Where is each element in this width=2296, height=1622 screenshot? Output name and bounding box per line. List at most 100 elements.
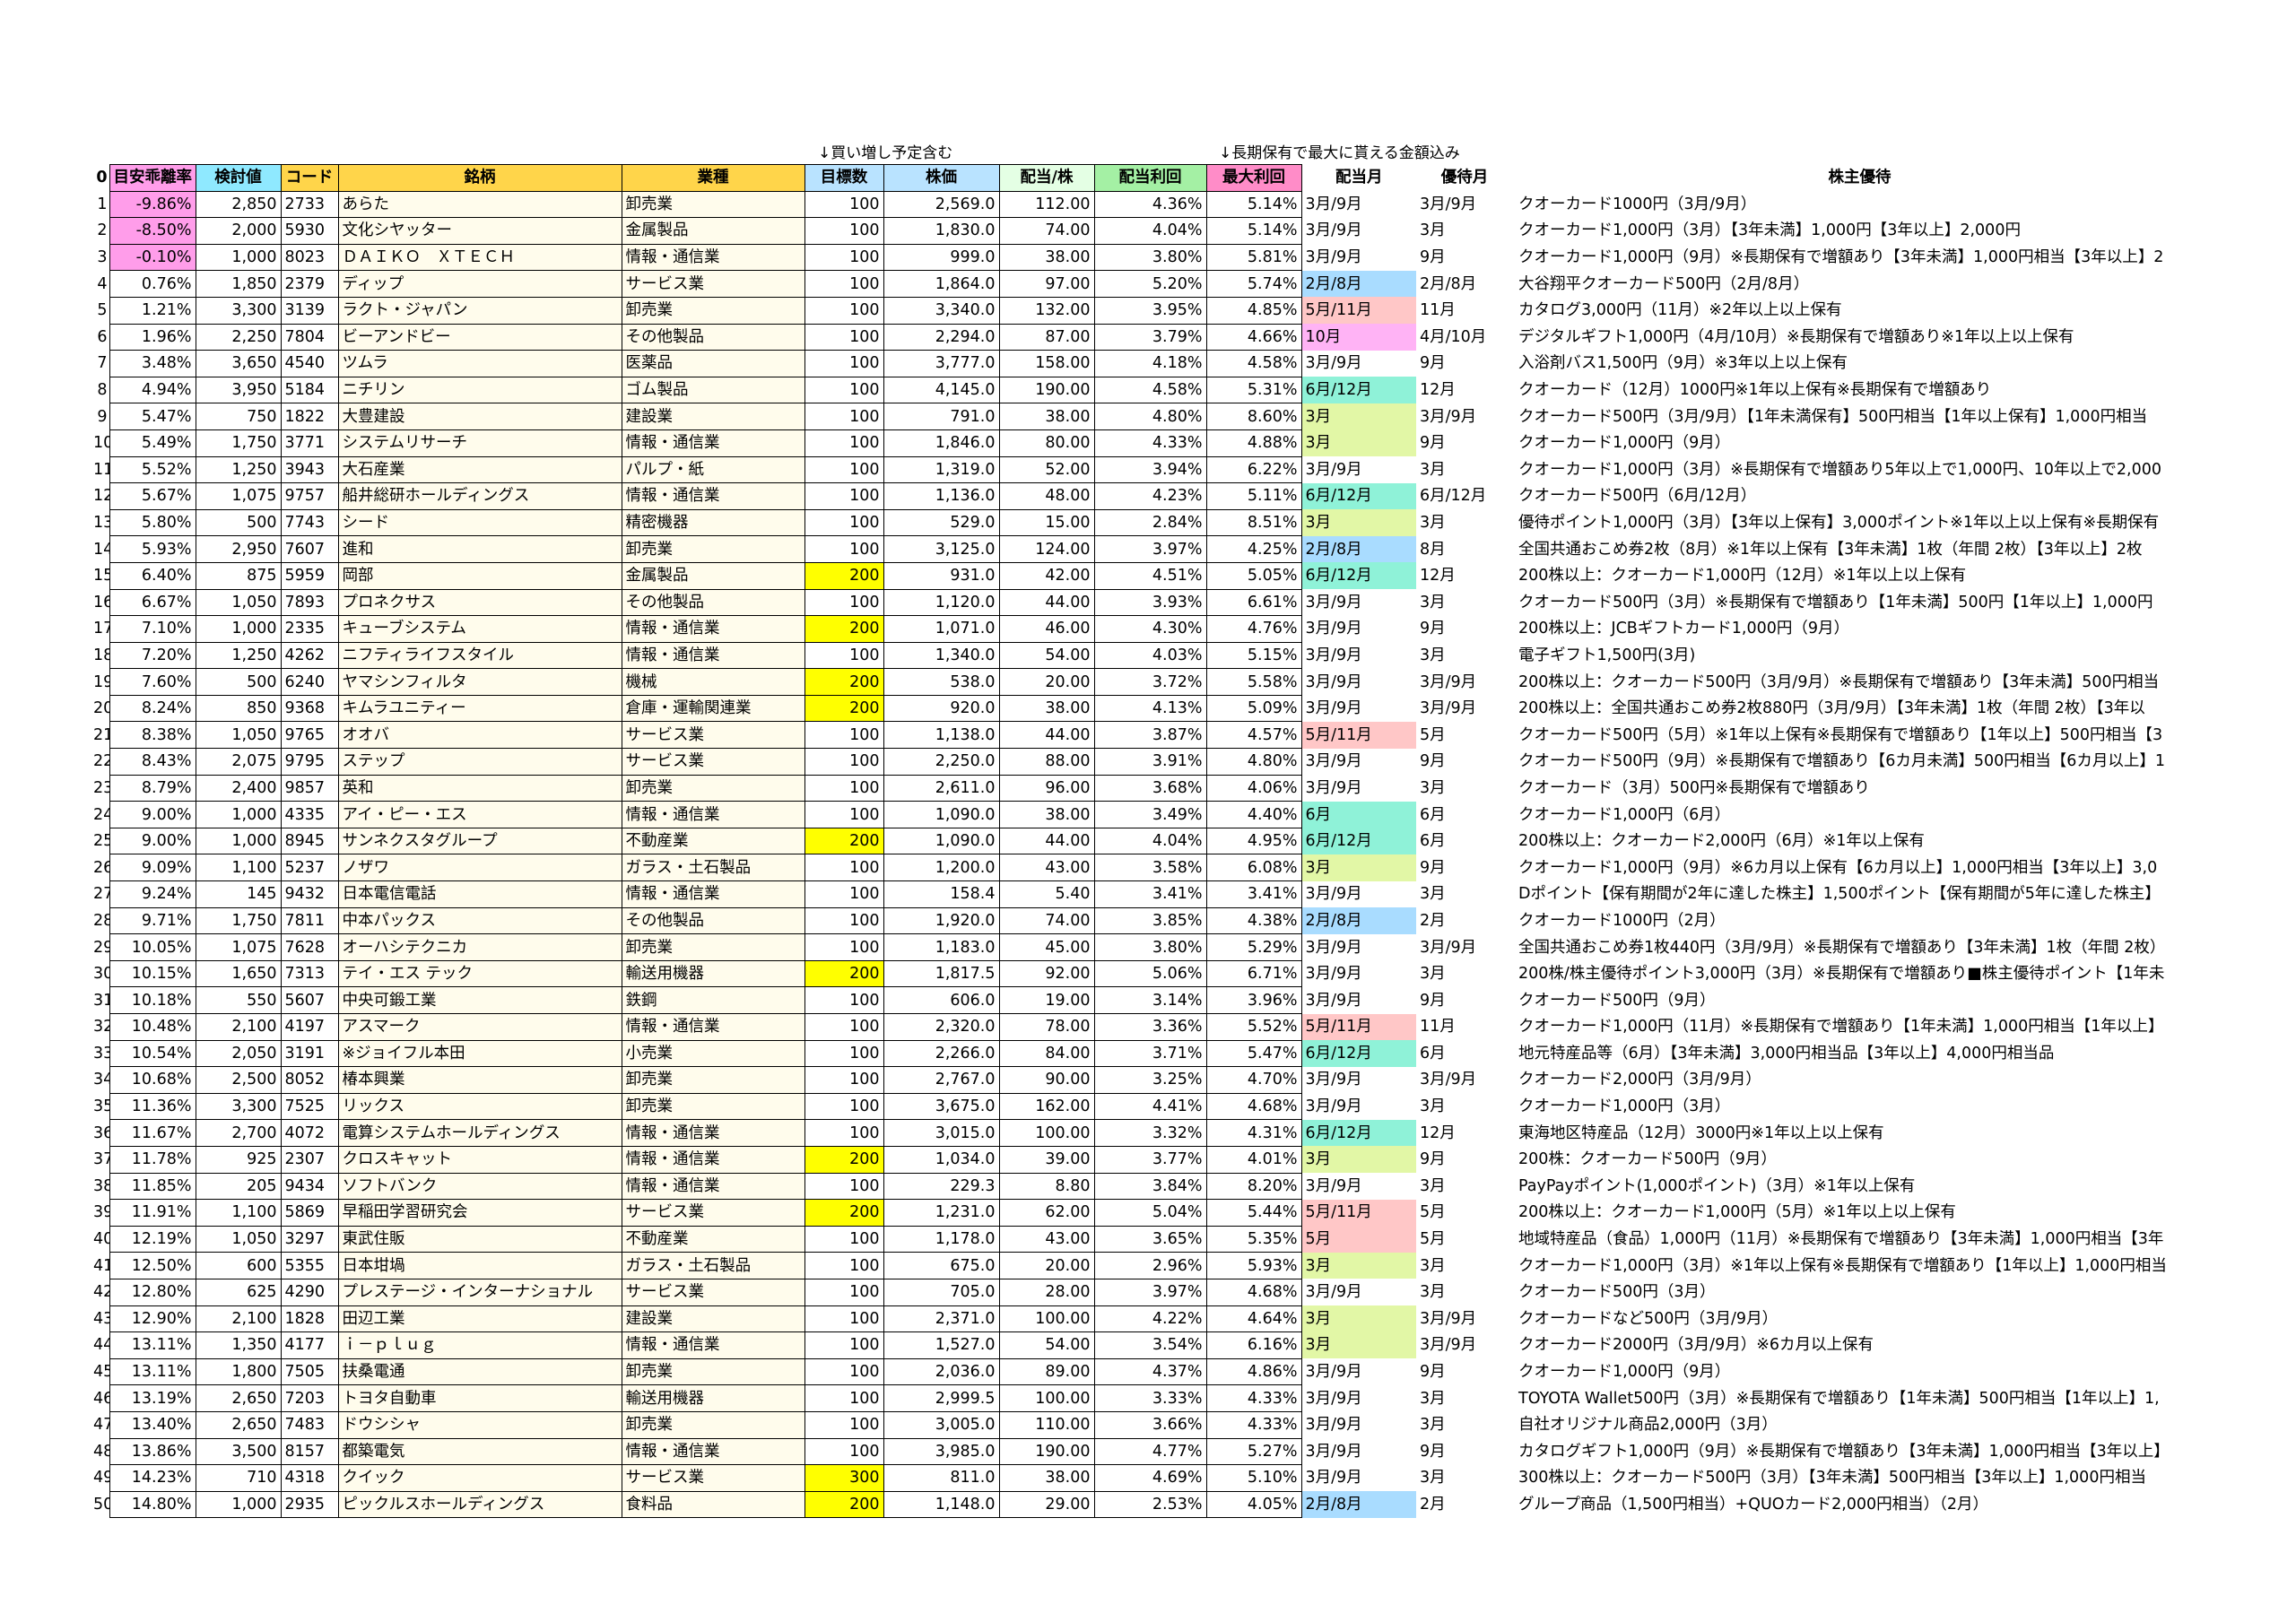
name-cell[interactable]: オオバ: [337, 721, 622, 750]
price-cell[interactable]: 2,371.0: [883, 1305, 1000, 1333]
deviation-cell[interactable]: 11.78%: [109, 1145, 196, 1174]
candidate-cell[interactable]: 2,500: [195, 1066, 282, 1094]
row-index[interactable]: 19: [93, 669, 109, 696]
dividend-cell[interactable]: 89.00: [998, 1357, 1095, 1386]
max-yield-cell[interactable]: 3.96%: [1205, 986, 1302, 1014]
perk-month-cell[interactable]: 3月/9月: [1416, 1067, 1513, 1094]
perk-month-cell[interactable]: 4月/10月: [1416, 324, 1513, 351]
industry-cell[interactable]: 食料品: [621, 1490, 805, 1519]
yield-cell[interactable]: 4.41%: [1093, 1092, 1207, 1121]
perk-cell[interactable]: クオーカード1,000円（9月）: [1513, 1358, 2206, 1385]
max-yield-cell[interactable]: 4.01%: [1205, 1145, 1302, 1174]
dividend-month-cell[interactable]: 5月/11月: [1301, 297, 1416, 325]
price-cell[interactable]: 1,090.0: [883, 801, 1000, 828]
candidate-cell[interactable]: 3,500: [195, 1437, 282, 1466]
dividend-cell[interactable]: 54.00: [998, 1331, 1095, 1359]
candidate-cell[interactable]: 1,000: [195, 243, 282, 272]
perk-cell[interactable]: クオーカード2,000円（3月/9月）: [1513, 1067, 2206, 1094]
name-cell[interactable]: ステップ: [337, 748, 622, 776]
max-yield-cell[interactable]: 4.70%: [1205, 1066, 1302, 1094]
target-shares-cell[interactable]: 200: [804, 694, 884, 723]
perk-month-cell[interactable]: 3月/9月: [1416, 934, 1513, 961]
row-index[interactable]: 2: [93, 218, 109, 245]
industry-cell[interactable]: サービス業: [621, 1199, 805, 1227]
deviation-cell[interactable]: 6.67%: [109, 588, 196, 617]
dividend-cell[interactable]: 20.00: [998, 1252, 1095, 1279]
industry-cell[interactable]: 小売業: [621, 1039, 805, 1068]
candidate-cell[interactable]: 1,050: [195, 588, 282, 617]
dividend-cell[interactable]: 44.00: [998, 827, 1095, 855]
header-candidate[interactable]: 検討値: [195, 164, 282, 192]
max-yield-cell[interactable]: 5.10%: [1205, 1464, 1302, 1492]
perk-cell[interactable]: 自社オリジナル商品2,000円（3月）: [1513, 1411, 2206, 1438]
target-shares-cell[interactable]: 200: [804, 1199, 884, 1227]
header-dividend[interactable]: 配当/株: [998, 164, 1095, 192]
deviation-cell[interactable]: 13.11%: [109, 1331, 196, 1359]
code-cell[interactable]: 5959: [280, 561, 339, 590]
dividend-month-cell[interactable]: 3月/9月: [1301, 191, 1416, 218]
price-cell[interactable]: 1,034.0: [883, 1145, 1000, 1174]
price-cell[interactable]: 229.3: [883, 1172, 1000, 1201]
code-cell[interactable]: 9757: [280, 482, 339, 510]
perk-month-cell[interactable]: 6月: [1416, 828, 1513, 854]
industry-cell[interactable]: 情報・通信業: [621, 1119, 805, 1147]
dividend-cell[interactable]: 74.00: [998, 906, 1095, 935]
candidate-cell[interactable]: 3,650: [195, 350, 282, 377]
code-cell[interactable]: 4318: [280, 1464, 339, 1492]
max-yield-cell[interactable]: 6.22%: [1205, 455, 1302, 484]
perk-month-cell[interactable]: 3月/9月: [1416, 1332, 1513, 1359]
perk-cell[interactable]: 地域特産品（食品）1,000円（11月）※長期保有で増額あり【3年未満】1,00…: [1513, 1226, 2206, 1253]
target-shares-cell[interactable]: 100: [804, 1172, 884, 1201]
dividend-cell[interactable]: 90.00: [998, 1066, 1095, 1094]
dividend-cell[interactable]: 15.00: [998, 508, 1095, 537]
target-shares-cell[interactable]: 200: [804, 561, 884, 590]
deviation-cell[interactable]: 5.47%: [109, 403, 196, 430]
dividend-cell[interactable]: 38.00: [998, 801, 1095, 828]
perk-cell[interactable]: クオーカード500円（9月）※長期保有で増額あり【6カ月未満】500円相当【6カ…: [1513, 749, 2206, 776]
industry-cell[interactable]: 卸売業: [621, 190, 805, 219]
target-shares-cell[interactable]: 200: [804, 1145, 884, 1174]
perk-cell[interactable]: グループ商品（1,500円相当）+QUOカード2,000円相当）（2月）: [1513, 1491, 2206, 1518]
max-yield-cell[interactable]: 5.05%: [1205, 561, 1302, 590]
dividend-cell[interactable]: 100.00: [998, 1119, 1095, 1147]
perk-month-cell[interactable]: 9月: [1416, 749, 1513, 776]
price-cell[interactable]: 2,036.0: [883, 1357, 1000, 1386]
price-cell[interactable]: 1,830.0: [883, 217, 1000, 245]
price-cell[interactable]: 1,319.0: [883, 455, 1000, 484]
dividend-month-cell[interactable]: 3月/9月: [1301, 748, 1416, 776]
target-shares-cell[interactable]: 100: [804, 748, 884, 776]
row-index[interactable]: 32: [93, 1014, 109, 1041]
dividend-cell[interactable]: 92.00: [998, 959, 1095, 988]
target-shares-cell[interactable]: 100: [804, 190, 884, 219]
perk-month-cell[interactable]: 3月/9月: [1416, 695, 1513, 722]
perk-cell[interactable]: 200株以上：JCBギフトカード1,000円（9月）: [1513, 616, 2206, 643]
dividend-month-cell[interactable]: 3月: [1301, 1331, 1416, 1359]
industry-cell[interactable]: 情報・通信業: [621, 429, 805, 457]
perk-cell[interactable]: クオーカード1000円（2月）: [1513, 907, 2206, 934]
industry-cell[interactable]: 情報・通信業: [621, 1172, 805, 1201]
industry-cell[interactable]: サービス業: [621, 748, 805, 776]
perk-cell[interactable]: Dポイント【保有期間が2年に達した株主】1,500ポイント【保有期間が5年に達し…: [1513, 881, 2206, 908]
price-cell[interactable]: 1,148.0: [883, 1490, 1000, 1519]
price-cell[interactable]: 2,250.0: [883, 748, 1000, 776]
dividend-cell[interactable]: 54.00: [998, 641, 1095, 670]
code-cell[interactable]: 7743: [280, 508, 339, 537]
candidate-cell[interactable]: 145: [195, 880, 282, 908]
yield-cell[interactable]: 3.91%: [1093, 748, 1207, 776]
name-cell[interactable]: 文化シヤッター: [337, 217, 622, 245]
perk-cell[interactable]: 地元特産品等（6月）【3年未満】3,000円相当品【3年以上】4,000円相当品: [1513, 1040, 2206, 1067]
name-cell[interactable]: トヨタ自動車: [337, 1384, 622, 1412]
dividend-cell[interactable]: 20.00: [998, 668, 1095, 696]
deviation-cell[interactable]: 6.40%: [109, 561, 196, 590]
name-cell[interactable]: ビーアンドビー: [337, 323, 622, 351]
perk-cell[interactable]: 全国共通おこめ券1枚440円（3月/9月）※長期保有で増額あり【3年未満】1枚（…: [1513, 934, 2206, 961]
target-shares-cell[interactable]: 100: [804, 243, 884, 272]
dividend-month-cell[interactable]: 2月/8月: [1301, 1491, 1416, 1518]
price-cell[interactable]: 1,231.0: [883, 1199, 1000, 1227]
max-yield-cell[interactable]: 5.35%: [1205, 1225, 1302, 1253]
price-cell[interactable]: 158.4: [883, 880, 1000, 908]
dividend-cell[interactable]: 124.00: [998, 535, 1095, 563]
price-cell[interactable]: 1,920.0: [883, 906, 1000, 935]
yield-cell[interactable]: 3.93%: [1093, 588, 1207, 617]
dividend-month-cell[interactable]: 3月/9月: [1301, 986, 1416, 1014]
